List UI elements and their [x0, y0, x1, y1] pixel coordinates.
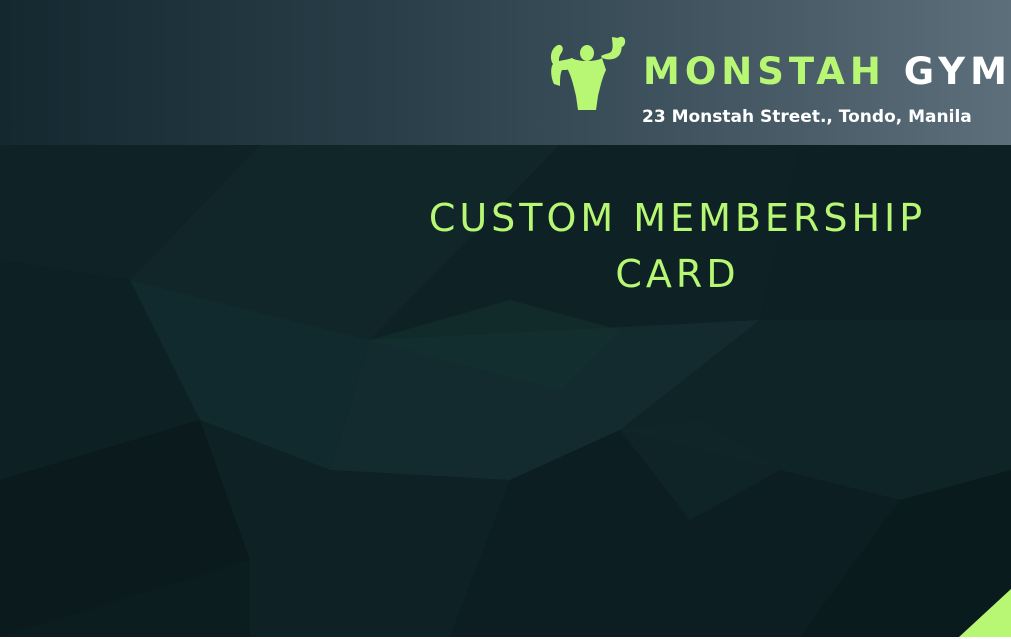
- card-title-line-2: CARD: [615, 252, 740, 296]
- gym-address: 23 Monstah Street., Tondo, Manila: [642, 107, 972, 127]
- gym-name: MONSTAH GYM: [643, 48, 1011, 96]
- membership-card: MONSTAH GYM 23 Monstah Street., Tondo, M…: [0, 0, 1011, 637]
- card-title-line-1: CUSTOM MEMBERSHIP: [428, 196, 927, 240]
- card-header: MONSTAH GYM 23 Monstah Street., Tondo, M…: [0, 0, 1011, 145]
- flexing-bodybuilder-icon: [550, 36, 626, 110]
- corner-accent-triangle: [959, 589, 1011, 637]
- gym-name-accent: MONSTAH: [643, 50, 886, 93]
- card-title: CUSTOM MEMBERSHIP CARD: [360, 190, 995, 302]
- gym-name-rest: GYM: [903, 50, 1011, 93]
